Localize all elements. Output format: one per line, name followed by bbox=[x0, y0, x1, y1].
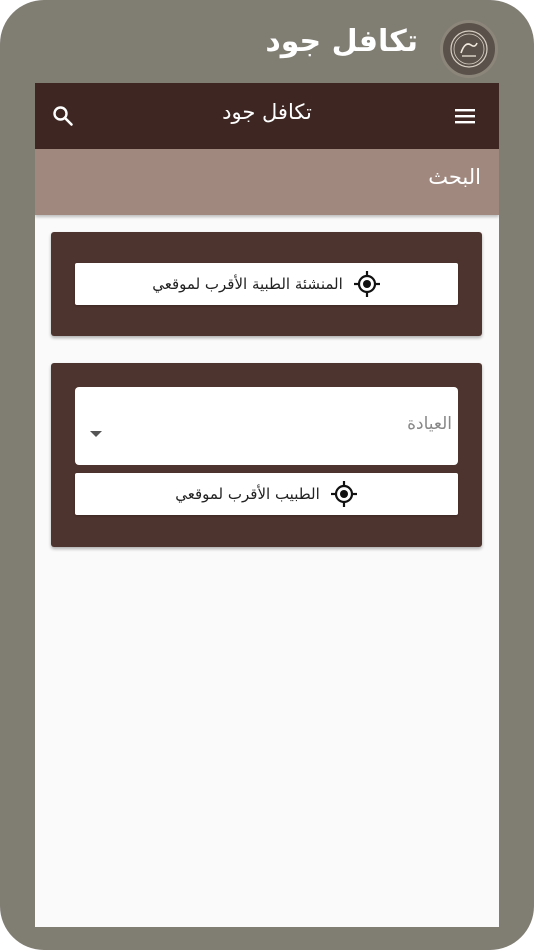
nearest-facility-label: المنشئة الطبية الأقرب لموقعي bbox=[152, 275, 343, 293]
brand-title: تكافل جود bbox=[265, 24, 418, 59]
subheader-title: البحث bbox=[428, 165, 481, 189]
dropdown-arrow-icon bbox=[90, 431, 102, 437]
nearest-facility-button[interactable]: المنشئة الطبية الأقرب لموقعي bbox=[75, 263, 458, 305]
gps-target-icon bbox=[330, 481, 357, 507]
nearest-doctor-button[interactable]: الطبيب الأقرب لموقعي bbox=[75, 473, 458, 515]
app-bar: تكافل جود bbox=[35, 83, 499, 149]
brand-logo-icon bbox=[440, 20, 498, 78]
app-screen: تكافل جود البحث المنشئة الطبية الأقرب لم… bbox=[35, 83, 499, 927]
gps-target-icon bbox=[353, 271, 380, 297]
device-frame: تكافل جود تكافل جود البحث المنشئة الطبية… bbox=[0, 0, 534, 950]
doctor-card: العيادة الطبيب الأقرب لموقعي bbox=[51, 363, 482, 547]
clinic-select[interactable]: العيادة bbox=[75, 387, 458, 465]
facility-card: المنشئة الطبية الأقرب لموقعي bbox=[51, 232, 482, 336]
search-subheader: البحث bbox=[35, 149, 499, 215]
hamburger-menu-icon bbox=[455, 109, 475, 124]
clinic-select-label: العيادة bbox=[407, 414, 452, 434]
menu-button[interactable] bbox=[447, 98, 483, 134]
app-bar-title: تكافل جود bbox=[222, 100, 312, 124]
nearest-doctor-label: الطبيب الأقرب لموقعي bbox=[175, 485, 320, 503]
